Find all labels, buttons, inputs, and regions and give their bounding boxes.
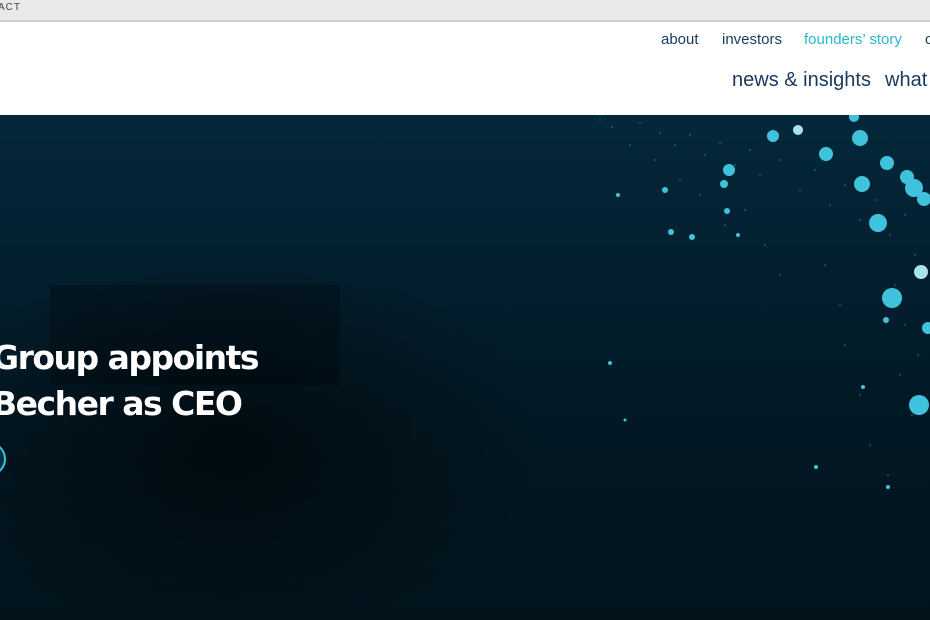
nav-contact-partial[interactable]: c [925,31,930,48]
browser-top-text: ACT [0,2,21,13]
nav-founders-story[interactable]: founders’ story [804,31,902,48]
hero-headline-line-2: Becher as CEO [0,384,243,423]
nav-about[interactable]: about [661,31,699,48]
nav-news-insights[interactable]: news & insights [732,69,871,92]
utility-nav: about investors founders’ story c [0,31,930,51]
browser-top-bar: ACT [0,0,930,22]
hero-headline: Group appoints Becher as CEO [0,335,260,427]
site-header: about investors founders’ story c news &… [0,22,930,115]
hero-banner: Group appoints Becher as CEO [0,115,930,620]
nav-investors[interactable]: investors [722,31,782,48]
main-nav: news & insights what [0,69,930,95]
nav-what-partial[interactable]: what [885,69,927,92]
hero-headline-line-1: Group appoints [0,338,260,377]
